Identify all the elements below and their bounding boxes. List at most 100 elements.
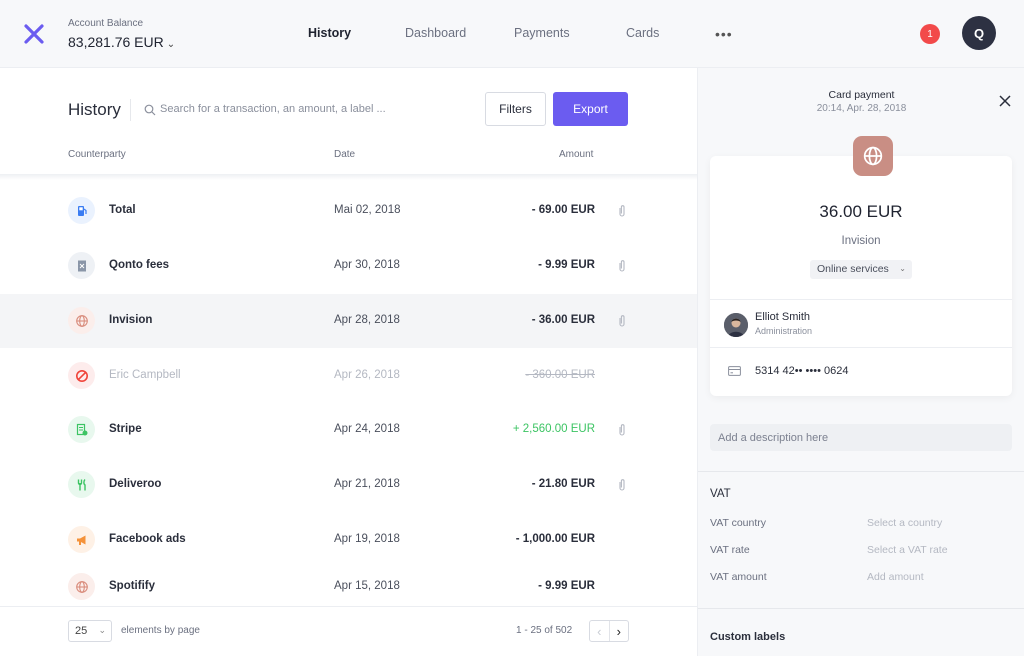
transaction-date: Apr 30, 2018: [334, 259, 400, 271]
history-panel: History Filters Export Counterparty Date…: [0, 68, 697, 656]
vat-amount-label: VAT amount: [710, 571, 767, 583]
detail-merchant: Invision: [841, 235, 881, 247]
divider: [698, 471, 1024, 472]
per-page-value: 25: [75, 625, 88, 637]
category-label: Online services: [817, 263, 889, 275]
table-row[interactable]: Facebook ads Apr 19, 2018 - 1,000.00 EUR: [0, 513, 697, 567]
transaction-amount: - 21.80 EUR: [531, 478, 595, 490]
balance-label: Account Balance: [68, 18, 144, 29]
transaction-card: 36.00 EUR Invision Online services ⌄ Ell…: [710, 136, 1012, 396]
nav-history[interactable]: History: [308, 26, 405, 40]
category-select[interactable]: Online services ⌄: [810, 260, 912, 279]
nav-payments[interactable]: Payments: [514, 26, 626, 40]
notification-badge[interactable]: 1: [920, 24, 940, 44]
receipt-icon: [68, 252, 95, 279]
table-row-selected[interactable]: Invision Apr 28, 2018 - 36.00 EUR: [0, 294, 697, 348]
filters-button[interactable]: Filters: [485, 92, 546, 126]
search-input[interactable]: [160, 100, 410, 118]
transaction-amount: - 360.00 EUR: [525, 369, 595, 381]
counterparty-name: Stripe: [109, 423, 142, 435]
pager: ‹ ›: [589, 620, 629, 642]
balance-selector[interactable]: 83,281.76 EUR ⌄: [68, 34, 175, 50]
column-header-counterparty[interactable]: Counterparty: [68, 149, 126, 160]
chevron-down-icon: ⌄: [166, 39, 176, 50]
divider: [130, 99, 131, 121]
paperclip-icon[interactable]: [617, 314, 627, 328]
counterparty-name: Invision: [109, 314, 153, 326]
transaction-amount: - 36.00 EUR: [531, 314, 595, 326]
divider: [710, 347, 1012, 348]
table-row[interactable]: Stripe Apr 24, 2018 + 2,560.00 EUR: [0, 403, 697, 457]
table-row[interactable]: Qonto fees Apr 30, 2018 - 9.99 EUR: [0, 239, 697, 293]
vat-country-select[interactable]: Select a country: [867, 517, 942, 529]
transaction-amount: + 2,560.00 EUR: [512, 423, 595, 435]
person-name: Elliot Smith: [755, 311, 811, 323]
transaction-date: Apr 26, 2018: [334, 369, 400, 381]
counterparty-name: Total: [109, 204, 136, 216]
table-row[interactable]: Deliveroo Apr 21, 2018 - 21.80 EUR: [0, 458, 697, 512]
transaction-amount: - 1,000.00 EUR: [515, 533, 595, 545]
globe-icon: [853, 136, 893, 176]
transaction-amount: - 9.99 EUR: [538, 580, 595, 592]
counterparty-name: Deliveroo: [109, 478, 162, 490]
counterparty-name: Facebook ads: [109, 533, 186, 545]
user-avatar[interactable]: Q: [962, 16, 996, 50]
transaction-date: Mai 02, 2018: [334, 204, 401, 216]
search-icon: [144, 104, 156, 116]
header-shadow: [0, 174, 697, 180]
close-icon[interactable]: [998, 94, 1012, 108]
per-page-label: elements by page: [121, 625, 200, 636]
paperclip-icon[interactable]: [617, 423, 627, 437]
detail-timestamp: 20:14, Apr. 28, 2018: [816, 103, 907, 114]
table-row[interactable]: Total Mai 02, 2018 - 69.00 EUR: [0, 184, 697, 238]
page-title: History: [68, 100, 121, 119]
transaction-date: Apr 15, 2018: [334, 580, 400, 592]
paperclip-icon[interactable]: [617, 259, 627, 273]
fork-knife-icon: [68, 471, 95, 498]
paperclip-icon[interactable]: [617, 478, 627, 492]
person-role: Administration: [755, 326, 813, 336]
top-bar: Account Balance 83,281.76 EUR ⌄ History D…: [0, 0, 1024, 68]
vat-section-title: VAT: [710, 488, 731, 500]
divider: [698, 608, 1024, 609]
avatar: [724, 313, 748, 337]
megaphone-icon: [68, 526, 95, 553]
more-menu-icon[interactable]: •••: [715, 26, 733, 42]
counterparty-name: Eric Campbell: [109, 369, 181, 381]
vat-amount-input[interactable]: Add amount: [867, 571, 924, 583]
transaction-date: Apr 21, 2018: [334, 478, 400, 490]
chevron-down-icon: ⌄: [899, 264, 906, 273]
description-input[interactable]: [710, 424, 1012, 451]
balance-value: 83,281.76 EUR: [68, 34, 164, 50]
invoice-icon: [68, 416, 95, 443]
counterparty-name: Qonto fees: [109, 259, 170, 271]
nav-cards[interactable]: Cards: [626, 26, 659, 40]
table-row[interactable]: Eric Campbell Apr 26, 2018 - 360.00 EUR: [0, 349, 697, 403]
export-button[interactable]: Export: [553, 92, 628, 126]
credit-card-icon: [728, 366, 741, 376]
vat-country-label: VAT country: [710, 517, 767, 529]
transaction-detail-panel: Card payment 20:14, Apr. 28, 2018 36.00 …: [697, 68, 1024, 656]
column-header-date[interactable]: Date: [334, 149, 355, 160]
counterparty-name: Spotifify: [109, 580, 155, 592]
vat-rate-select[interactable]: Select a VAT rate: [867, 544, 948, 556]
divider: [710, 299, 1012, 300]
chevron-right-icon[interactable]: ›: [610, 621, 629, 641]
chevron-left-icon[interactable]: ‹: [590, 621, 610, 641]
column-header-amount[interactable]: Amount: [559, 149, 593, 160]
card-number: 5314 42•• •••• 0624: [755, 365, 849, 377]
transaction-date: Apr 19, 2018: [334, 533, 400, 545]
declined-icon: [68, 362, 95, 389]
fuel-pump-icon: [68, 197, 95, 224]
globe-icon: [68, 573, 95, 600]
logo-icon[interactable]: [24, 24, 44, 44]
detail-title: Card payment: [828, 89, 895, 101]
main-nav: History Dashboard Payments Cards: [308, 26, 659, 40]
paperclip-icon[interactable]: [617, 204, 627, 218]
transaction-amount: - 69.00 EUR: [531, 204, 595, 216]
pagination-bar: 25 ⌄ elements by page 1 - 25 of 502 ‹ ›: [0, 606, 697, 656]
per-page-select[interactable]: 25 ⌄: [68, 620, 112, 642]
transaction-amount: - 9.99 EUR: [538, 259, 595, 271]
vat-rate-label: VAT rate: [710, 544, 750, 556]
nav-dashboard[interactable]: Dashboard: [405, 26, 514, 40]
